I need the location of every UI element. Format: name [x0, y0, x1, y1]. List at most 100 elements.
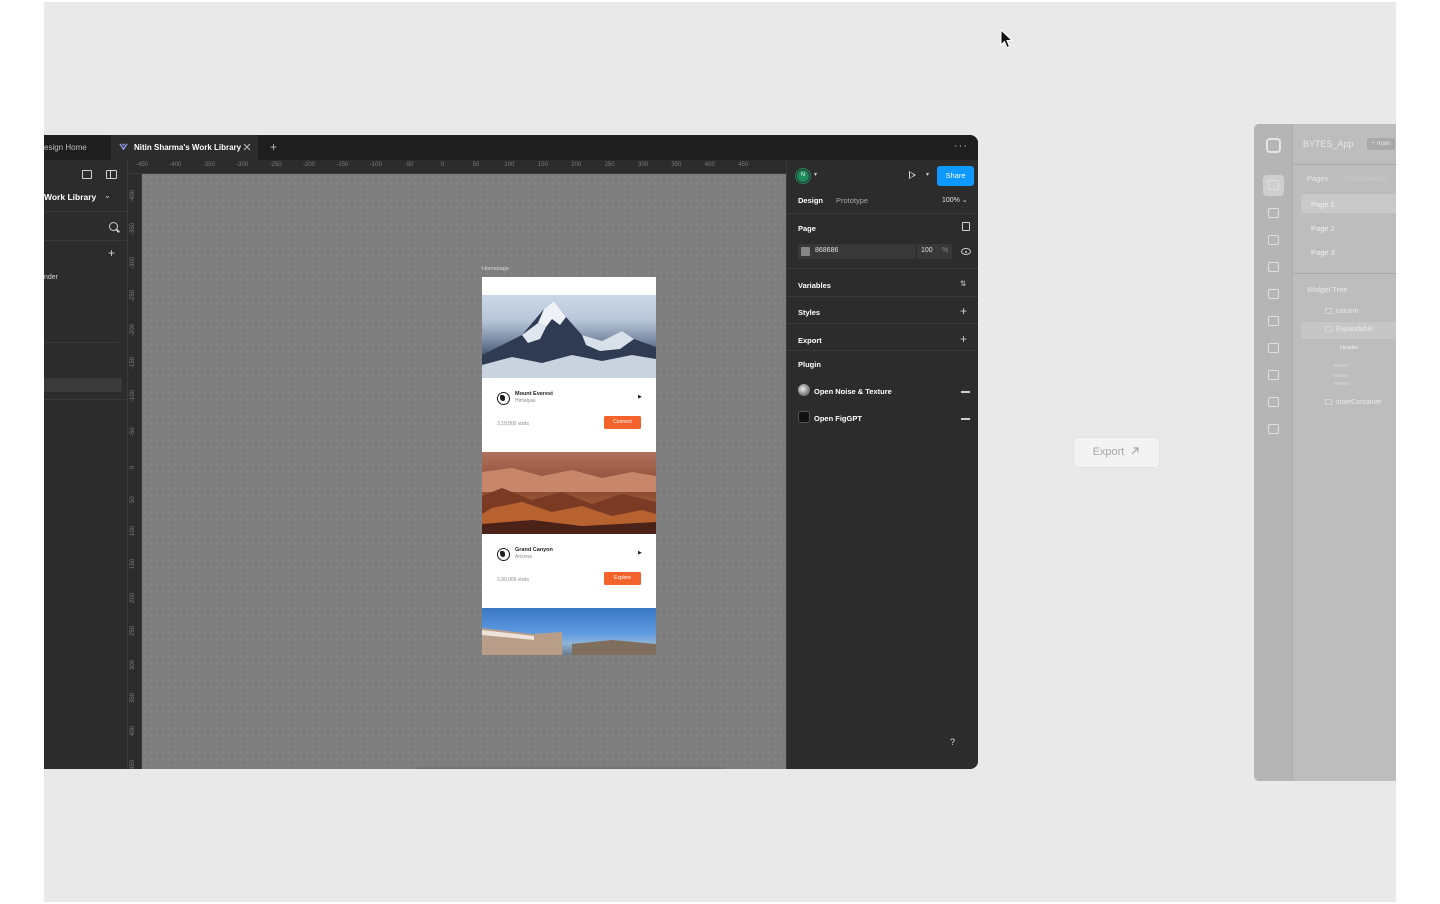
tree-node-label: column: [1336, 308, 1359, 315]
present-play-icon[interactable]: [909, 171, 916, 179]
tab-design[interactable]: Design: [798, 196, 823, 205]
new-tab-icon[interactable]: +: [270, 135, 277, 160]
ruler-tick-label: -350: [202, 162, 215, 168]
branch-badge[interactable]: ⑂ main: [1367, 138, 1395, 150]
tree-node[interactable]: stateContainer: [1325, 399, 1382, 406]
branch-name: main: [1376, 140, 1391, 147]
storyboard-icon[interactable]: [1268, 208, 1279, 218]
chevron-down-icon[interactable]: ▾: [814, 171, 817, 178]
tree-node-placeholder: [1333, 364, 1349, 367]
globe-icon: [497, 392, 510, 405]
caret-right-icon[interactable]: ▶: [638, 550, 642, 556]
clock-icon[interactable]: [1268, 397, 1279, 407]
database-icon[interactable]: [1268, 235, 1279, 245]
column-icon: [1325, 308, 1332, 314]
page-color-hex[interactable]: 868686: [815, 247, 838, 254]
tab-components[interactable]: Components: [1345, 174, 1388, 183]
media-icon[interactable]: [1268, 370, 1279, 380]
more-options-icon[interactable]: ···: [954, 135, 968, 157]
ruler-tick-label: -150: [336, 162, 349, 168]
divider: [787, 296, 978, 297]
plugin-item[interactable]: Open Noise & Texture: [814, 387, 892, 396]
share-button[interactable]: Share: [937, 166, 974, 186]
caret-right-icon[interactable]: ▶: [638, 394, 642, 400]
ruler-tick-label: 100: [130, 525, 136, 536]
divider: [787, 268, 978, 269]
export-button[interactable]: Export: [1073, 437, 1160, 468]
remove-plugin-icon[interactable]: [961, 391, 970, 393]
team-icon[interactable]: [1268, 424, 1279, 434]
remove-plugin-icon[interactable]: [961, 418, 970, 420]
settings-icon[interactable]: [1268, 316, 1279, 326]
help-button[interactable]: ?: [945, 735, 960, 750]
tab-bar: esign Home Nitin Sharma's Work Library +…: [44, 135, 978, 160]
project-title[interactable]: BYTES_App: [1303, 139, 1354, 149]
tab-work-library[interactable]: Nitin Sharma's Work Library: [111, 135, 258, 160]
ruler-tick-label: 150: [537, 162, 548, 168]
connect-button[interactable]: Connect: [604, 416, 641, 429]
zoom-dropdown[interactable]: 100% ⌄: [942, 196, 968, 204]
page-color-swatch[interactable]: [801, 247, 810, 256]
container-icon: [1325, 399, 1332, 405]
plugin-item[interactable]: Open FigGPT: [814, 414, 862, 423]
add-export-icon[interactable]: +: [960, 332, 967, 346]
history-icon[interactable]: [1268, 343, 1279, 353]
properties-panel: N ▾ ▾ Share Design Prototype 100% ⌄ Page…: [786, 160, 978, 769]
api-calls-icon[interactable]: [1268, 262, 1279, 272]
export-heading: Export: [798, 336, 822, 345]
tree-node[interactable]: Header: [1340, 345, 1358, 351]
tab-pages[interactable]: Pages: [1307, 174, 1328, 183]
card-visits: 3,19,800 visits: [497, 421, 529, 427]
ruler-tick-label: -50: [130, 427, 136, 436]
close-tab-icon[interactable]: [243, 135, 251, 163]
app-logo-icon[interactable]: [1266, 138, 1281, 153]
page-item[interactable]: Page 3: [1311, 248, 1335, 257]
ruler-vertical: -400 -350 -300 -250 -200 -150 -100 -50 0 50 100 150…: [128, 174, 142, 769]
destination-card[interactable]: Grand Canyon Arizona ▶ 2,90,000 visits E…: [482, 534, 656, 608]
homepage-frame[interactable]: Mount Everest Himalyas ▶ 3,19,800 visits…: [482, 277, 656, 655]
search-icon[interactable]: [109, 222, 118, 231]
chevron-down-icon[interactable]: ⌄: [104, 191, 111, 200]
chevron-down-icon[interactable]: ▾: [926, 171, 929, 178]
widget-palette-icon[interactable]: [1268, 180, 1279, 190]
add-style-icon[interactable]: +: [960, 304, 967, 318]
ruler-tick-label: 0: [130, 465, 136, 470]
ruler-tick-label: 250: [604, 162, 615, 168]
destination-card[interactable]: Mount Everest Himalyas ▶ 3,19,800 visits…: [482, 378, 656, 452]
card-subtitle: Arizona: [515, 554, 532, 560]
file-title[interactable]: Work Library: [44, 192, 96, 202]
globe-icon: [497, 548, 510, 561]
divider: [787, 323, 978, 324]
frame-label[interactable]: Homepage: [482, 266, 509, 272]
tab-design-home[interactable]: esign Home: [44, 135, 87, 160]
page-heading: Page: [798, 224, 816, 233]
page-settings-icon[interactable]: [962, 222, 970, 231]
nav-rail: [1254, 124, 1293, 781]
add-page-icon[interactable]: +: [108, 246, 115, 260]
page-item[interactable]: Page 1: [1311, 200, 1335, 209]
ruler-tick-label: 350: [130, 692, 136, 703]
ruler-tick-label: 0: [440, 162, 445, 168]
variables-adjust-icon[interactable]: ⇅: [960, 279, 966, 288]
ruler-tick-label: 300: [637, 162, 649, 168]
tab-prototype[interactable]: Prototype: [836, 196, 868, 205]
tree-node[interactable]: column: [1325, 308, 1359, 315]
design-canvas[interactable]: Homepage Mount Everest Himalyas ▶ 3,19,8…: [142, 174, 786, 769]
ruler-tick-label: 200: [571, 162, 582, 168]
page-item[interactable]: Page 2: [1311, 224, 1335, 233]
layer-row-selected[interactable]: [44, 378, 122, 392]
tree-node[interactable]: Expandable: [1325, 326, 1373, 333]
page-list-item[interactable]: nder: [44, 274, 58, 281]
ruler-tick-label: 50: [472, 162, 480, 168]
zoom-value: 100%: [942, 197, 960, 204]
theme-icon[interactable]: [1268, 289, 1279, 299]
figma-window: esign Home Nitin Sharma's Work Library +…: [44, 135, 978, 769]
assets-icon[interactable]: [82, 170, 92, 179]
ruler-tick-label: 100: [504, 162, 515, 168]
eye-icon[interactable]: [961, 248, 971, 255]
page-opacity-value[interactable]: 100: [921, 247, 933, 254]
noise-texture-plugin-icon: [798, 384, 810, 396]
explore-button[interactable]: Explore: [604, 572, 641, 585]
avatar[interactable]: N: [796, 169, 810, 183]
sidebar-toggle-icon[interactable]: [106, 170, 117, 179]
